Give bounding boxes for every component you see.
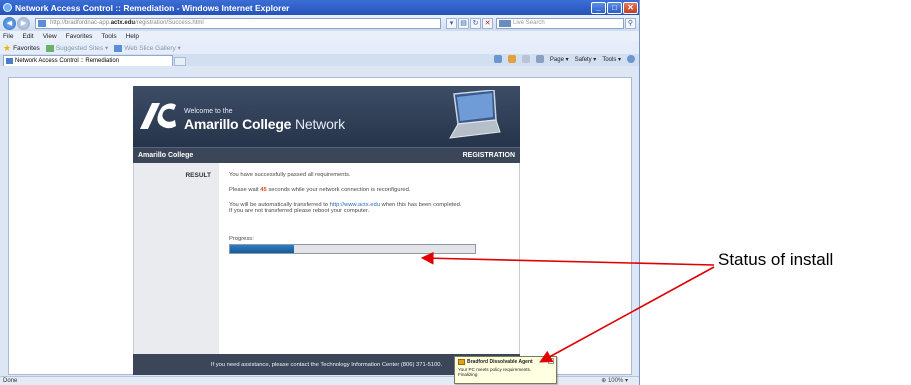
minimize-button[interactable]: _: [591, 1, 606, 14]
page-icon: [38, 19, 46, 27]
welcome-text: Welcome to the: [184, 108, 233, 115]
progress-label: Progress:: [229, 236, 254, 243]
progress-bar: [229, 244, 476, 255]
annotation-label: Status of install: [718, 250, 834, 269]
fav-link-webslice[interactable]: Web Slice Gallery ▾: [114, 44, 181, 52]
ie-icon: [3, 3, 12, 12]
suggested-sites-icon: [45, 44, 54, 52]
favorites-bar: ★ Favorites Suggested Sites ▾ Web Slice …: [0, 42, 639, 54]
favorites-button[interactable]: Favorites: [13, 45, 40, 52]
countdown-seconds: 45: [260, 186, 267, 193]
favorites-star-icon: ★: [3, 42, 12, 53]
status-text: Done: [3, 378, 18, 384]
stop-icon[interactable]: ✕: [482, 17, 493, 29]
print-icon[interactable]: [535, 55, 544, 63]
result-label: RESULT: [185, 172, 211, 179]
reboot-message: If you are not transferred please reboot…: [229, 208, 370, 215]
maximize-button[interactable]: □: [607, 1, 622, 14]
success-message: You have successfully passed all require…: [229, 172, 351, 178]
fav-link-suggested-label: Suggested Sites ▾: [55, 45, 109, 52]
refresh-icon[interactable]: ↻: [470, 17, 481, 29]
address-prefix: http://bradfordnac-app.: [50, 19, 111, 26]
brand-title: Amarillo College Network: [184, 116, 345, 132]
result-label-column: RESULT: [134, 163, 219, 354]
menu-view[interactable]: View: [43, 33, 57, 40]
mail-icon[interactable]: [521, 55, 530, 63]
menu-edit[interactable]: Edit: [22, 33, 33, 40]
forward-icon[interactable]: ▶: [17, 16, 30, 30]
tab-bar: Network Access Control :: Remediation Pa…: [0, 54, 639, 66]
transfer-link[interactable]: http://www.actx.edu: [330, 202, 380, 208]
tab-remediation[interactable]: Network Access Control :: Remediation: [3, 55, 173, 66]
wait-suffix: seconds while your network connection is…: [268, 186, 411, 193]
zoom-level[interactable]: ⊕ 100% ▾: [601, 377, 628, 385]
home-icon[interactable]: [493, 55, 502, 63]
address-input[interactable]: http://bradfordnac-app.actx.edu/registra…: [35, 17, 441, 29]
transfer-suffix: when this has been completed.: [381, 201, 462, 208]
laptop-icon: [449, 90, 501, 139]
help-icon[interactable]: [627, 55, 635, 63]
screenshot-stage: Network Access Control :: Remediation - …: [0, 0, 911, 385]
back-icon[interactable]: ◀: [3, 16, 16, 30]
new-tab-button[interactable]: [174, 57, 186, 66]
address-bar: ◀ ▶ http://bradfordnac-app.actx.edu/regi…: [0, 15, 639, 31]
transfer-prefix: You will be automatically transferred to: [229, 201, 329, 208]
result-message-column: You have successfully passed all require…: [219, 163, 519, 354]
brand-name: Amarillo College: [184, 116, 292, 132]
ac-logo-icon: [140, 103, 176, 129]
search-icon[interactable]: ⚲: [625, 17, 636, 29]
search-placeholder: Live Search: [513, 19, 545, 26]
wait-message: Please wait 45 seconds while your networ…: [229, 187, 519, 194]
live-search-icon: [499, 19, 511, 27]
address-domain: actx.edu: [110, 19, 136, 26]
org-name: Amarillo College: [138, 152, 194, 159]
agent-icon: [458, 359, 465, 365]
agent-notification-balloon[interactable]: Bradford Dissolvable Agent × Your PC mee…: [454, 356, 557, 384]
notification-title: Bradford Dissolvable Agent: [467, 359, 533, 365]
fav-link-suggested[interactable]: Suggested Sites ▾: [45, 44, 109, 52]
window-title: Network Access Control :: Remediation - …: [15, 2, 290, 13]
notification-line2: Finalizing: [458, 372, 478, 377]
menu-favorites[interactable]: Favorites: [66, 33, 93, 40]
progress-fill: [230, 245, 294, 254]
fav-link-webslice-label: Web Slice Gallery ▾: [124, 45, 181, 52]
command-bar: Page ▾ Safety ▾ Tools ▾: [488, 55, 635, 63]
notification-close-icon[interactable]: ×: [548, 358, 554, 364]
compatibility-icon[interactable]: ▤: [458, 17, 469, 29]
dropdown-icon[interactable]: ▾: [446, 17, 457, 29]
menu-tools[interactable]: Tools: [101, 33, 116, 40]
menu-file[interactable]: File: [3, 33, 13, 40]
wait-prefix: Please wait: [229, 186, 259, 193]
command-safety[interactable]: Safety ▾: [575, 56, 597, 63]
notification-title-row: Bradford Dissolvable Agent: [458, 359, 553, 365]
org-bar: Amarillo College REGISTRATION: [133, 147, 520, 163]
registration-page: Welcome to the Amarillo College Network …: [133, 86, 520, 375]
command-tools[interactable]: Tools ▾: [602, 56, 621, 63]
browser-window: Network Access Control :: Remediation - …: [0, 0, 640, 385]
zoom-value: 100%: [607, 378, 624, 384]
tab-title: Network Access Control :: Remediation: [15, 58, 120, 64]
close-button[interactable]: ✕: [623, 1, 638, 14]
result-content: RESULT You have successfully passed all …: [133, 163, 520, 354]
transfer-message: You will be automatically transferred to…: [229, 202, 519, 216]
feeds-icon[interactable]: [507, 55, 516, 63]
college-banner: Welcome to the Amarillo College Network: [133, 86, 520, 147]
menu-bar: File Edit View Favorites Tools Help: [0, 31, 639, 42]
web-slice-icon: [114, 44, 123, 52]
command-page[interactable]: Page ▾: [550, 56, 569, 63]
search-input[interactable]: Live Search: [496, 17, 624, 29]
menu-help[interactable]: Help: [126, 33, 139, 40]
tab-page-icon: [6, 58, 13, 64]
page-viewport: Welcome to the Amarillo College Network …: [8, 77, 632, 375]
address-suffix: /registration/Success.html: [135, 19, 204, 26]
section-label: REGISTRATION: [462, 152, 515, 159]
title-bar: Network Access Control :: Remediation - …: [0, 0, 639, 15]
brand-suffix: Network: [294, 116, 345, 132]
